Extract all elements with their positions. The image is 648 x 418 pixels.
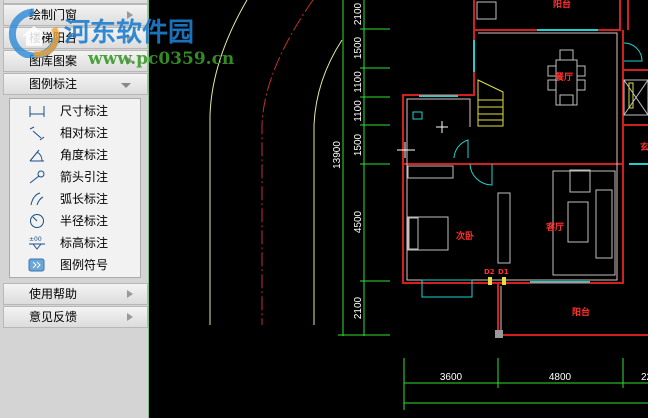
road-edge-left	[209, 0, 248, 325]
chevron-down-icon	[121, 83, 131, 88]
tool-label: 标高标注	[60, 236, 109, 250]
tool-label: 弧长标注	[60, 192, 109, 206]
room-label-entry: 玄	[640, 141, 648, 153]
menu-library-patterns[interactable]: 图库图案	[3, 50, 148, 72]
elevation-icon: ±00	[29, 236, 45, 250]
tool-label: 尺寸标注	[60, 104, 109, 118]
dim-h-3: 22	[641, 372, 648, 383]
door-label-d2: D2	[484, 268, 495, 276]
door-label-d1: D1	[498, 268, 509, 276]
menu-feedback[interactable]: 意见反馈	[3, 306, 148, 328]
chevron-right-icon	[127, 34, 133, 42]
chevron-right-icon	[127, 313, 133, 321]
aligned-dimension-icon	[29, 126, 45, 141]
menu-draw-doors-windows[interactable]: 绘制门窗	[3, 4, 148, 26]
menu-label: 图例标注	[29, 77, 78, 91]
arrow-leader-icon	[29, 170, 45, 184]
legend-symbol-icon	[28, 258, 45, 272]
tool-aligned[interactable]: 相对标注	[10, 122, 140, 144]
tool-label: 箭头引注	[60, 170, 109, 184]
menu-label: 使用帮助	[29, 287, 78, 301]
dim-v-6: 4500	[353, 210, 364, 233]
tool-angle[interactable]: 角度标注	[10, 144, 140, 166]
dimension-icon	[29, 106, 45, 117]
room-label-balcony: 阳台	[572, 306, 590, 318]
arc-length-icon	[30, 192, 44, 206]
tool-label: 图例符号	[60, 258, 109, 272]
menu-stairs-balcony[interactable]: 楼梯阳台	[3, 27, 148, 49]
tool-label: 相对标注	[60, 126, 109, 140]
chevron-right-icon	[127, 57, 133, 65]
menu-label: 楼梯阳台	[29, 31, 78, 45]
tool-arrow-leader[interactable]: 箭头引注	[10, 166, 140, 188]
dim-v-2: 1500	[353, 36, 364, 59]
menu-help[interactable]: 使用帮助	[3, 283, 148, 305]
radius-icon	[30, 214, 44, 228]
menu-label: 图库图案	[29, 54, 78, 68]
road-centerline	[261, 0, 314, 325]
room-label-balcony-top: 阳台	[553, 0, 571, 10]
room-label-living: 客厅	[545, 221, 564, 233]
svg-text:±00: ±00	[29, 236, 42, 243]
tool-elevation[interactable]: ±00 标高标注	[10, 232, 140, 254]
dim-total: 13900	[332, 141, 343, 169]
annotation-tool-list: 尺寸标注 相对标注 角度标注 箭头引注 弧长标注 半径标注 ±00 标高标注 图例…	[9, 98, 141, 278]
room-label-bedroom: 次卧	[456, 230, 474, 242]
dim-v-3: 1100	[353, 71, 364, 93]
side-panel: 绘制门窗 楼梯阳台 图库图案 图例标注 尺寸标注 相对标注 角度标注 箭头引注 …	[0, 0, 149, 418]
dim-v-5: 1500	[353, 133, 364, 156]
dim-v-1: 2100	[353, 2, 364, 25]
tool-label: 半径标注	[60, 214, 109, 228]
chevron-right-icon	[127, 290, 133, 298]
tool-label: 角度标注	[60, 148, 109, 162]
road-edge-right	[313, 39, 343, 325]
tool-radius[interactable]: 半径标注	[10, 210, 140, 232]
angle-dimension-icon	[29, 149, 44, 162]
menu-label: 绘制门窗	[29, 8, 78, 22]
room-label-dining: 餐厅	[554, 71, 573, 83]
tool-arc-length[interactable]: 弧长标注	[10, 188, 140, 210]
chevron-right-icon	[127, 11, 133, 19]
menu-legend-annotation[interactable]: 图例标注	[3, 73, 148, 95]
dim-v-7: 2100	[353, 296, 364, 319]
dim-h-1: 3600	[440, 372, 463, 383]
dim-v-4: 1100	[353, 100, 364, 122]
tool-legend-symbol[interactable]: 图例符号	[10, 254, 140, 276]
tool-dimension[interactable]: 尺寸标注	[10, 100, 140, 122]
menu-label: 意见反馈	[29, 310, 78, 324]
dim-h-2: 4800	[549, 372, 572, 383]
